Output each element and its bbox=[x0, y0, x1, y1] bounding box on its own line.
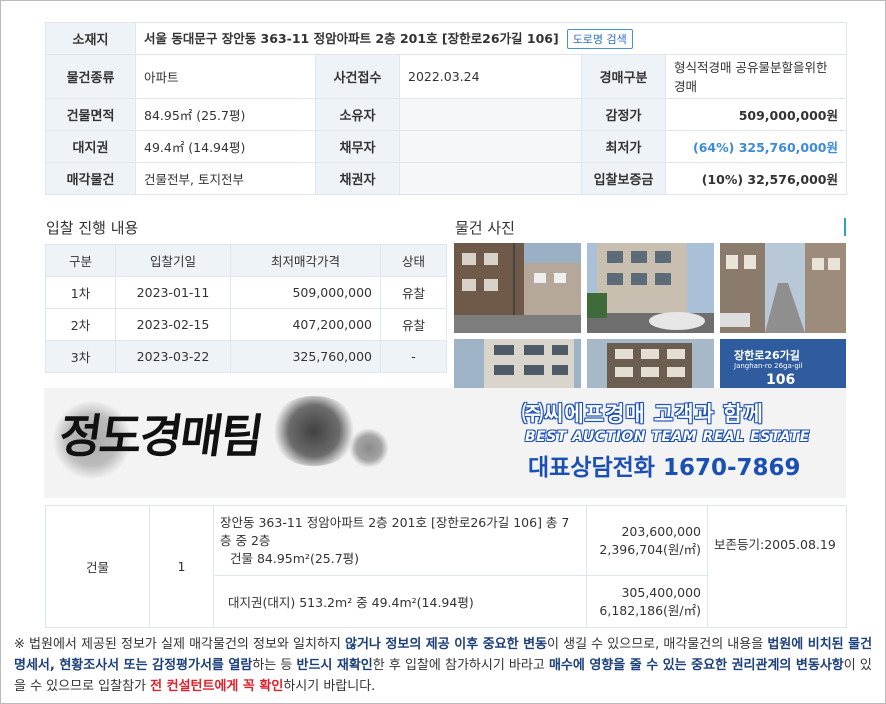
sign-line2: Janghan-ro 26ga-gil bbox=[734, 362, 803, 370]
property-photo-3[interactable] bbox=[720, 243, 846, 333]
sale-item-label: 매각물건 bbox=[45, 162, 136, 195]
ad-banner[interactable]: 정도경매팀 ㈜씨에프경매 고객과 함께 BEST AUCTION TEAM RE… bbox=[44, 388, 846, 498]
ink-splash bbox=[349, 428, 389, 468]
detail-land: 대지권(대지) 513.2m² 중 49.4m²(14.94평) bbox=[213, 575, 587, 628]
building-area-label: 건물면적 bbox=[45, 98, 136, 131]
table-row: 건물 1 장안동 363-11 정암아파트 2층 201호 [장한로26가길 1… bbox=[45, 505, 847, 628]
notice-emphasis: 매수에 영향을 줄 수 있는 중요한 권리관계의 변동사항 bbox=[548, 658, 844, 673]
creditor-label: 채권자 bbox=[315, 162, 400, 195]
photo-gallery: 장한로26가길 Janghan-ro 26ga-gil 106 bbox=[454, 243, 846, 388]
bid-section-title: 입찰 진행 내용 bbox=[46, 219, 139, 237]
min-price-value: (64%) 325,760,000원 bbox=[665, 130, 847, 163]
bid-price: 325,760,000 bbox=[230, 340, 381, 373]
debtor-value bbox=[399, 130, 582, 163]
sign-line1: 장한로26가길 bbox=[734, 349, 800, 362]
bid-header-round: 구분 bbox=[45, 244, 116, 277]
banner-company: ㈜씨에프경매 고객과 함께 bbox=[522, 402, 764, 426]
property-photo-5[interactable] bbox=[587, 339, 714, 388]
detail-building-price: 203,600,000 bbox=[621, 523, 701, 539]
sale-item-value: 건물전부, 토지전부 bbox=[135, 162, 316, 195]
detail-land-price-cell: 305,400,000 6,182,186(원/㎡) bbox=[586, 575, 708, 628]
street-sign-photo[interactable]: 장한로26가길 Janghan-ro 26ga-gil 106 bbox=[720, 339, 846, 388]
detail-preservation: 보존등기:2005.08.19 bbox=[707, 505, 847, 628]
appraisal-label: 감정가 bbox=[581, 98, 666, 131]
bid-round: 1차 bbox=[45, 276, 116, 309]
notice-text: 한 후 입찰에 참가하시기 바라고 bbox=[372, 658, 549, 673]
detail-table: 건물 1 장안동 363-11 정암아파트 2층 201호 [장한로26가길 1… bbox=[45, 505, 847, 628]
building-area-value: 84.95㎡ (25.7평) bbox=[135, 98, 316, 131]
detail-building-price-cell: 203,600,000 2,396,704(원/㎡) bbox=[586, 505, 708, 576]
detail-land-unit: 6,182,186(원/㎡) bbox=[599, 602, 701, 618]
property-photo-2[interactable] bbox=[587, 243, 714, 333]
property-photo-4[interactable] bbox=[454, 339, 581, 388]
detail-no: 1 bbox=[149, 505, 214, 628]
type-value: 아파트 bbox=[135, 54, 316, 99]
location-cell: 서울 동대문구 장안동 363-11 정암아파트 2층 201호 [장한로26가… bbox=[135, 22, 847, 55]
bid-round: 2차 bbox=[45, 308, 116, 341]
location-label: 소재지 bbox=[45, 22, 136, 55]
land-right-label: 대지권 bbox=[45, 130, 136, 163]
section-accent-bar bbox=[844, 218, 846, 236]
table-row: 2차 2023-02-15 407,200,000 유찰 bbox=[45, 308, 447, 341]
notice-text: ※ 법원에서 제공된 정보가 실제 매각물건의 정보와 일치하지 bbox=[14, 637, 345, 652]
deposit-label: 입찰보증금 bbox=[581, 162, 666, 195]
bid-price: 509,000,000 bbox=[230, 276, 381, 309]
owner-label: 소유자 bbox=[315, 98, 400, 131]
appraisal-value: 509,000,000원 bbox=[665, 98, 847, 131]
auction-kind-label: 경매구분 bbox=[581, 54, 666, 99]
bid-header-price: 최저매각가격 bbox=[230, 244, 381, 277]
bid-history-table: 구분 입찰기일 최저매각가격 상태 1차 2023-01-11 509,000,… bbox=[45, 244, 447, 373]
debtor-label: 채무자 bbox=[315, 130, 400, 163]
notice-emphasis: 않거나 정보의 제공 이후 중요한 변동 bbox=[345, 637, 548, 652]
bid-status: 유찰 bbox=[380, 276, 447, 309]
banner-phone: 대표상담전화 1670-7869 bbox=[528, 455, 801, 481]
min-price-label: 최저가 bbox=[581, 130, 666, 163]
case-value: 2022.03.24 bbox=[399, 54, 582, 99]
creditor-value bbox=[399, 162, 582, 195]
auction-kind-value: 형식적경매 공유물분할을위한경매 bbox=[665, 54, 847, 99]
road-search-button[interactable]: 도로명 검색 bbox=[566, 29, 633, 49]
notice-emphasis: 반드시 재확인 bbox=[296, 658, 373, 673]
legal-notice: ※ 법원에서 제공된 정보가 실제 매각물건의 정보와 일치하지 않거나 정보의… bbox=[14, 634, 878, 697]
deposit-value: (10%) 32,576,000원 bbox=[665, 162, 847, 195]
bid-round: 3차 bbox=[45, 340, 116, 373]
bid-date: 2023-03-22 bbox=[115, 340, 231, 373]
table-row: 3차 2023-03-22 325,760,000 - bbox=[45, 340, 447, 373]
bid-price: 407,200,000 bbox=[230, 308, 381, 341]
bid-header-status: 상태 bbox=[380, 244, 447, 277]
bid-header-row: 구분 입찰기일 최저매각가격 상태 bbox=[45, 244, 447, 277]
detail-kind: 건물 bbox=[45, 505, 150, 628]
bid-status: - bbox=[380, 340, 447, 373]
detail-building: 건물 84.95m²(25.7평) bbox=[230, 550, 360, 566]
notice-text: 이 생길 수 있으므로, 매각물건의 내용을 bbox=[547, 637, 768, 652]
notice-text: 하는 등 bbox=[252, 658, 297, 673]
ink-splash bbox=[269, 396, 359, 466]
notice-red-emphasis: 전 컨설턴트에게 꼭 확인 bbox=[150, 679, 284, 694]
photo-section-title: 물건 사진 bbox=[455, 219, 515, 237]
banner-english: BEST AUCTION TEAM REAL ESTATE bbox=[525, 429, 810, 445]
land-right-value: 49.4㎡ (14.94평) bbox=[135, 130, 316, 163]
type-label: 물건종류 bbox=[45, 54, 136, 99]
bid-header-date: 입찰기일 bbox=[115, 244, 231, 277]
detail-desc-cell: 장안동 363-11 정암아파트 2층 201호 [장한로26가길 106] 총… bbox=[213, 505, 587, 576]
bid-status: 유찰 bbox=[380, 308, 447, 341]
property-info-table: 소재지 서울 동대문구 장안동 363-11 정암아파트 2층 201호 [장한… bbox=[45, 22, 847, 195]
detail-desc: 장안동 363-11 정암아파트 2층 201호 [장한로26가길 106] 총… bbox=[220, 514, 570, 548]
banner-logo: 정도경매팀 bbox=[55, 409, 265, 463]
table-row: 1차 2023-01-11 509,000,000 유찰 bbox=[45, 276, 447, 309]
detail-building-unit: 2,396,704(원/㎡) bbox=[599, 541, 701, 557]
owner-value bbox=[399, 98, 582, 131]
detail-land-price: 305,400,000 bbox=[621, 584, 701, 600]
case-label: 사건접수 bbox=[315, 54, 400, 99]
property-photo-1[interactable] bbox=[454, 243, 581, 333]
notice-text: 하시기 바랍니다. bbox=[283, 679, 376, 694]
bid-date: 2023-02-15 bbox=[115, 308, 231, 341]
bid-date: 2023-01-11 bbox=[115, 276, 231, 309]
sign-number: 106 bbox=[766, 372, 796, 388]
location-value: 서울 동대문구 장안동 363-11 정암아파트 2층 201호 [장한로26가… bbox=[144, 31, 559, 46]
